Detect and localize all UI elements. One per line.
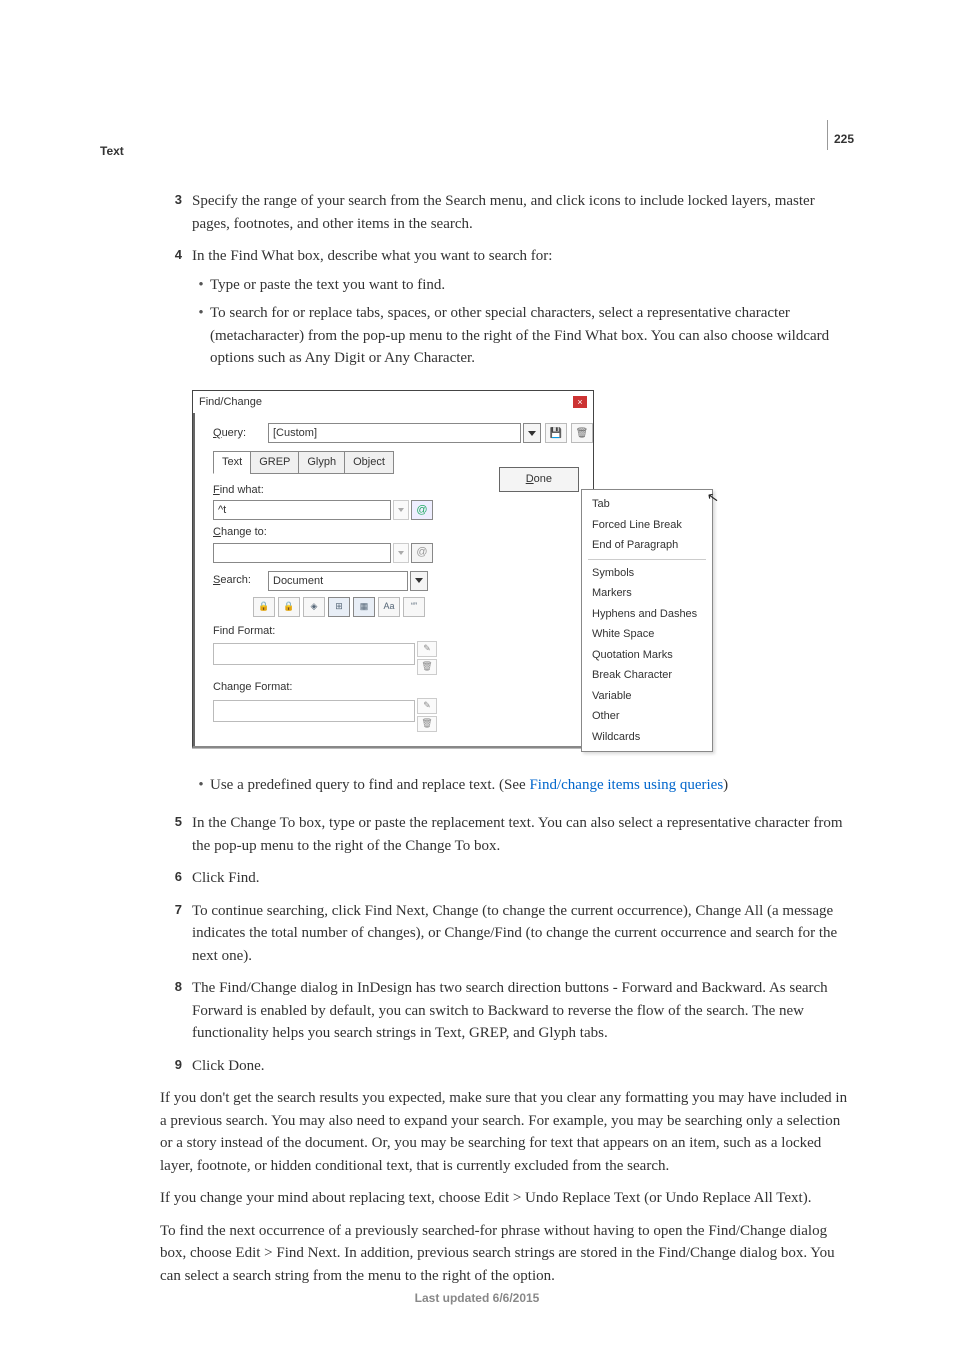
step-body: Specify the range of your search from th…	[192, 190, 854, 235]
search-scope-field[interactable]: Document	[268, 571, 408, 591]
step-body: Click Find.	[192, 867, 854, 890]
step-8: 8 The Find/Change dialog in InDesign has…	[160, 977, 854, 1045]
step-body: To continue searching, click Find Next, …	[192, 900, 854, 968]
find-format-label: Find Format:	[213, 623, 593, 640]
done-button[interactable]: Done	[499, 467, 579, 492]
menu-separator	[588, 559, 706, 560]
bullet-dot: •	[192, 774, 210, 797]
search-scope-dropdown-icon[interactable]	[410, 571, 428, 591]
step-number: 8	[160, 977, 192, 1045]
step-number: 5	[160, 812, 192, 857]
query-dropdown-icon[interactable]	[523, 423, 541, 443]
find-what-history-icon[interactable]	[393, 500, 409, 520]
change-format-label: Change Format:	[213, 679, 593, 696]
search-option-toggles: 🔒 🔒 ◈ ⊞ ▦ Aa “”	[253, 597, 593, 617]
menu-item-forced-line-break[interactable]: Forced Line Break	[582, 515, 712, 536]
dialog-title: Find/Change	[199, 394, 262, 411]
menu-item-hyphens-and-dashes[interactable]: Hyphens and Dashes	[582, 604, 712, 625]
step-number: 9	[160, 1055, 192, 1078]
menu-item-end-of-paragraph[interactable]: End of Paragraph	[582, 535, 712, 556]
change-to-special-icon[interactable]: @	[411, 543, 433, 563]
find-what-input[interactable]: ^t	[213, 500, 391, 520]
tab-grep[interactable]: GREP	[250, 451, 299, 474]
step-5: 5 In the Change To box, type or paste th…	[160, 812, 854, 857]
toggle-locked-layers-icon[interactable]: 🔒	[253, 597, 275, 617]
step-4-continued: • Use a predefined query to find and rep…	[160, 768, 854, 803]
menu-item-break-character[interactable]: Break Character	[582, 665, 712, 686]
change-to-input[interactable]	[213, 543, 391, 563]
paragraph: If you don't get the search results you …	[160, 1087, 854, 1177]
toggle-case-sensitive-icon[interactable]: Aa	[378, 597, 400, 617]
step-4: 4 In the Find What box, describe what yo…	[160, 245, 854, 376]
step-body: Click Done.	[192, 1055, 854, 1078]
save-query-icon[interactable]: 💾	[545, 423, 567, 443]
special-characters-menu: Tab Forced Line Break End of Paragraph S…	[581, 489, 713, 752]
query-field[interactable]: [Custom]	[268, 423, 521, 443]
tab-text[interactable]: Text	[213, 451, 251, 474]
bullet-dot: •	[192, 274, 210, 297]
step-number: 7	[160, 900, 192, 968]
search-label: Search:	[213, 572, 268, 589]
change-format-box[interactable]	[213, 700, 415, 722]
toggle-master-pages-icon[interactable]: ⊞	[328, 597, 350, 617]
section-label: Text	[100, 142, 124, 160]
find-change-dialog: Find/Change × Query: [Custom] 💾 🗑 Text G…	[192, 390, 594, 748]
last-updated-footer: Last updated 6/6/2015	[0, 1289, 954, 1307]
menu-item-white-space[interactable]: White Space	[582, 624, 712, 645]
toggle-locked-stories-icon[interactable]: 🔒	[278, 597, 300, 617]
step-9: 9 Click Done.	[160, 1055, 854, 1078]
bullet-dot: •	[192, 302, 210, 370]
find-what-special-icon[interactable]: @	[411, 500, 433, 520]
step-number: 3	[160, 190, 192, 235]
step-number: 6	[160, 867, 192, 890]
step-number: 4	[160, 245, 192, 376]
query-label: Query:	[213, 425, 268, 442]
page-number: 225	[827, 120, 854, 150]
clear-find-format-icon[interactable]: 🗑	[417, 659, 437, 675]
menu-item-markers[interactable]: Markers	[582, 583, 712, 604]
menu-item-wildcards[interactable]: Wildcards	[582, 727, 712, 748]
link-find-change-queries[interactable]: Find/change items using queries	[529, 777, 723, 793]
paragraph: If you change your mind about replacing …	[160, 1187, 854, 1210]
toggle-footnotes-icon[interactable]: ▦	[353, 597, 375, 617]
step-body: In the Change To box, type or paste the …	[192, 812, 854, 857]
step-lead: In the Find What box, describe what you …	[192, 245, 854, 268]
close-icon[interactable]: ×	[573, 396, 587, 408]
step-7: 7 To continue searching, click Find Next…	[160, 900, 854, 968]
menu-item-quotation-marks[interactable]: Quotation Marks	[582, 645, 712, 666]
change-to-history-icon[interactable]	[393, 543, 409, 563]
specify-find-format-icon[interactable]: ✎	[417, 641, 437, 657]
bullet-text: To search for or replace tabs, spaces, o…	[210, 302, 854, 370]
menu-item-other[interactable]: Other	[582, 706, 712, 727]
menu-item-variable[interactable]: Variable	[582, 686, 712, 707]
bullet-text: Type or paste the text you want to find.	[210, 274, 854, 297]
cursor-icon: ↖	[706, 486, 721, 509]
specify-change-format-icon[interactable]: ✎	[417, 698, 437, 714]
clear-change-format-icon[interactable]: 🗑	[417, 716, 437, 732]
toggle-hidden-layers-icon[interactable]: ◈	[303, 597, 325, 617]
step-6: 6 Click Find.	[160, 867, 854, 890]
change-to-label: Change to:	[213, 524, 593, 541]
find-format-box[interactable]	[213, 643, 415, 665]
menu-item-tab[interactable]: Tab	[582, 494, 712, 515]
bullet-text: Use a predefined query to find and repla…	[210, 774, 854, 797]
toggle-whole-word-icon[interactable]: “”	[403, 597, 425, 617]
tab-glyph[interactable]: Glyph	[298, 451, 345, 474]
paragraph: To find the next occurrence of a previou…	[160, 1220, 854, 1288]
delete-query-icon[interactable]: 🗑	[571, 423, 593, 443]
menu-item-symbols[interactable]: Symbols	[582, 563, 712, 584]
step-body: The Find/Change dialog in InDesign has t…	[192, 977, 854, 1045]
tab-object[interactable]: Object	[344, 451, 394, 474]
step-3: 3 Specify the range of your search from …	[160, 190, 854, 235]
